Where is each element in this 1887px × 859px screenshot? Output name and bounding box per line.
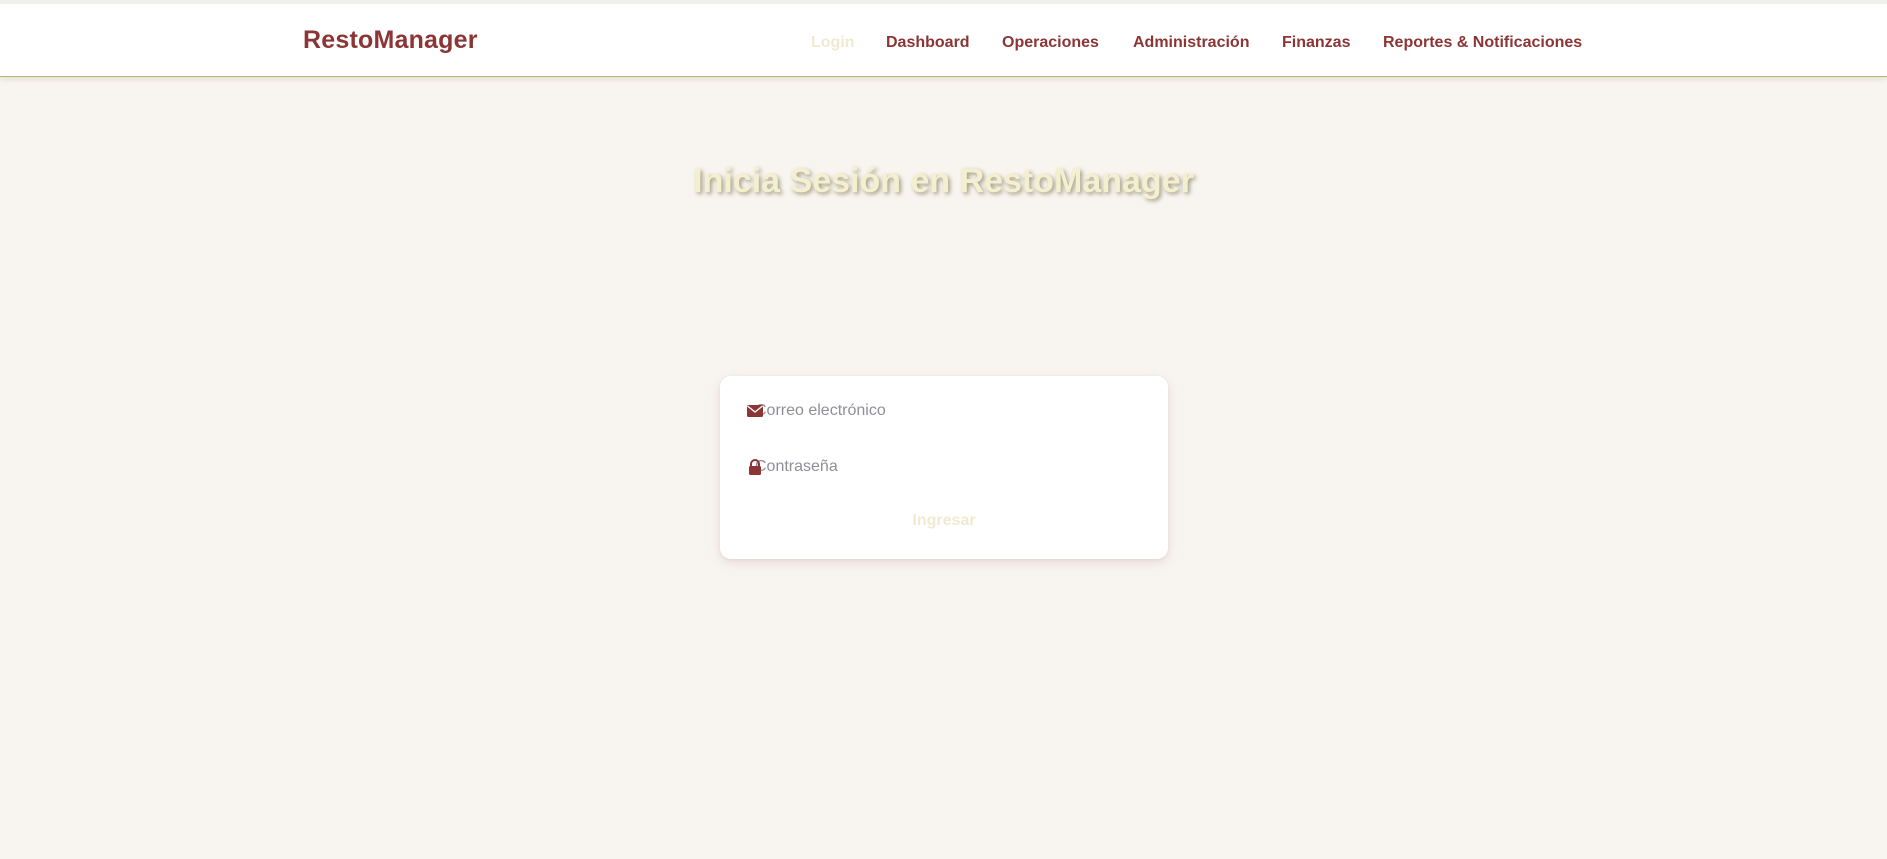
login-card: Ingresar	[720, 376, 1168, 559]
page-title: Inicia Sesión en RestoManager	[693, 162, 1194, 200]
email-field-wrapper	[747, 397, 1141, 425]
password-input[interactable]	[747, 453, 1141, 481]
email-input[interactable]	[747, 397, 1141, 425]
nav-reportes-notificaciones[interactable]: Reportes & Notificaciones	[1383, 34, 1582, 52]
nav-administracion[interactable]: Administración	[1133, 34, 1249, 52]
top-navbar: RestoManager Login Dashboard Operaciones…	[0, 0, 1887, 77]
nav-finanzas[interactable]: Finanzas	[1282, 34, 1350, 52]
password-field-wrapper	[747, 453, 1141, 481]
envelope-icon	[747, 405, 763, 417]
lock-icon	[749, 459, 761, 475]
brand-logo[interactable]: RestoManager	[303, 26, 478, 55]
nav-operaciones[interactable]: Operaciones	[1002, 34, 1099, 52]
nav-dashboard[interactable]: Dashboard	[886, 34, 970, 52]
nav-login[interactable]: Login	[811, 34, 855, 52]
submit-button[interactable]: Ingresar	[720, 512, 1168, 530]
